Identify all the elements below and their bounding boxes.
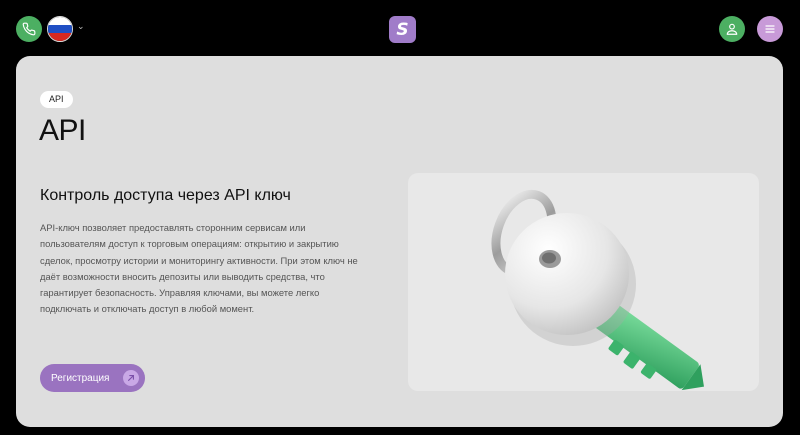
page-title: API [39, 114, 86, 147]
menu-button[interactable] [757, 16, 783, 42]
logo[interactable]: S [389, 16, 416, 43]
phone-button[interactable] [16, 16, 42, 42]
chevron-down-icon[interactable]: ⌄ [77, 22, 85, 32]
arrow-up-right-icon [123, 370, 139, 386]
menu-icon [765, 25, 775, 33]
language-selector-flag[interactable] [47, 16, 73, 42]
register-button[interactable]: Регистрация [40, 364, 145, 392]
phone-icon [22, 22, 36, 36]
section-title: Контроль доступа через API ключ [40, 187, 291, 204]
key-illustration-panel [408, 173, 759, 391]
user-icon [726, 23, 738, 35]
user-account-button[interactable] [719, 16, 745, 42]
key-icon [491, 189, 704, 391]
register-button-label: Регистрация [51, 372, 110, 384]
api-section-card: API API Контроль доступа через API ключ … [16, 56, 783, 427]
top-bar: ⌄ S [0, 0, 800, 56]
section-badge: API [40, 91, 73, 108]
section-description: API-ключ позволяет предоставлять сторонн… [40, 222, 358, 315]
